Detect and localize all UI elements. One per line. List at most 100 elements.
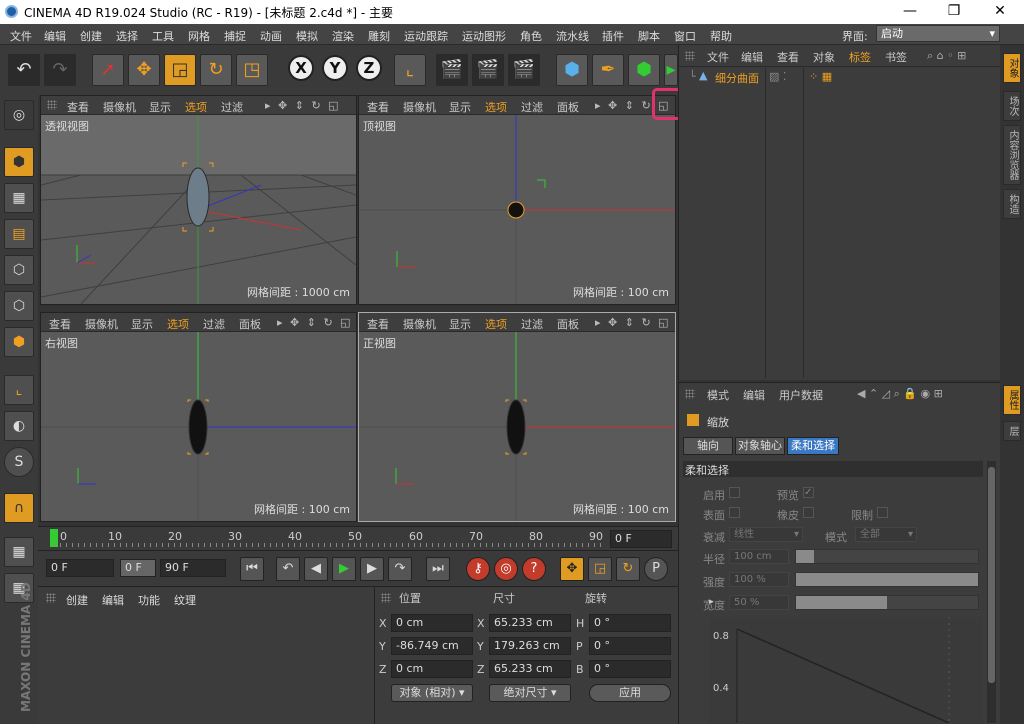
object-menu-bookmarks[interactable]: 书签 (885, 49, 907, 65)
viewport-menu-filter[interactable]: 过滤 (221, 99, 243, 115)
workplane-lock-button[interactable]: ▦ (4, 537, 34, 567)
record-parameter-button[interactable]: P (644, 557, 668, 581)
menu-character[interactable]: 角色 (520, 28, 542, 44)
material-menu-function[interactable]: 功能 (138, 592, 160, 608)
rot-b-field[interactable]: 0 ° (589, 660, 671, 678)
tab-content-browser[interactable]: 内容浏览器 (1003, 125, 1021, 185)
tab-axis[interactable]: 轴向 (683, 437, 733, 455)
scale-tool-button[interactable]: ◲ (164, 54, 196, 86)
viewport-menu-view[interactable]: 查看 (49, 316, 71, 332)
menu-tools[interactable]: 工具 (152, 28, 174, 44)
render-view-button[interactable]: 🎬 (436, 54, 468, 86)
move-tool-button[interactable]: ✥ (128, 54, 160, 86)
close-button[interactable]: ✕ (978, 0, 1022, 24)
surface-checkbox[interactable] (729, 507, 740, 518)
visibility-toggle-icon[interactable]: ▨ ⁚ (769, 70, 786, 83)
coord-mode-dropdown[interactable]: 对象 (相对) ▾ (391, 684, 473, 702)
menu-edit[interactable]: 编辑 (44, 28, 66, 44)
viewport-perspective[interactable]: 查看 摄像机 显示 选项 过滤 ▸ ✥ ⇕ ↻ ◱ 透视视图 网格间距 : 10… (40, 95, 357, 305)
radius-slider[interactable] (795, 549, 979, 564)
enable-checkbox[interactable] (729, 487, 740, 498)
tab-layers[interactable]: 层 (1003, 421, 1021, 441)
falloff-dropdown[interactable]: 线性 ▾ (729, 527, 803, 542)
rot-p-field[interactable]: 0 ° (589, 637, 671, 655)
viewport-menu-view[interactable]: 查看 (367, 99, 389, 115)
object-row[interactable]: └ ▲ 细分曲面 ▨ ⁚ ⁘ ▦ (679, 68, 1000, 86)
menu-help[interactable]: 帮助 (710, 28, 732, 44)
start-frame-field[interactable]: 0 F (46, 559, 114, 577)
add-cube-button[interactable]: ⬢ (556, 54, 588, 86)
menu-create[interactable]: 创建 (80, 28, 102, 44)
strength-slider[interactable] (795, 572, 979, 587)
tab-object-axis[interactable]: 对象轴心 (735, 437, 785, 455)
strength-field[interactable]: 100 % (729, 572, 789, 587)
coordinate-system-button[interactable]: ⌞ (394, 54, 426, 86)
viewport-nav-icons[interactable]: ▸ ✥ ⇕ ↻ ◱ (265, 99, 341, 112)
add-subdivision-button[interactable]: ⬢ (628, 54, 660, 86)
end-frame-field[interactable]: 90 F (160, 559, 226, 577)
x-axis-lock-button[interactable]: X (288, 55, 314, 81)
record-position-button[interactable]: ✥ (560, 557, 584, 581)
viewport-menu-panel[interactable]: 面板 (239, 316, 261, 332)
object-menu-edit[interactable]: 编辑 (741, 49, 763, 65)
viewport-menu-panel[interactable]: 面板 (557, 316, 579, 332)
add-spline-button[interactable]: ✒ (592, 54, 624, 86)
axis-mode-button[interactable]: ⌞ (4, 375, 34, 405)
size-mode-dropdown[interactable]: 绝对尺寸 ▾ (489, 684, 571, 702)
viewport-menu-filter[interactable]: 过滤 (521, 99, 543, 115)
pos-x-field[interactable]: 0 cm (391, 614, 473, 632)
menu-window[interactable]: 窗口 (674, 28, 696, 44)
viewport-menu-filter[interactable]: 过滤 (203, 316, 225, 332)
menu-mograph[interactable]: 运动图形 (462, 28, 506, 44)
redo-button[interactable]: ↷ (44, 54, 76, 86)
keyframe-selection-button[interactable]: ? (522, 557, 546, 581)
viewport-front[interactable]: 查看 摄像机 显示 选项 过滤 面板 ▸ ✥ ⇕ ↻ ◱ 正视图 网格间距 : … (358, 312, 676, 522)
viewport-menu-panel[interactable]: 面板 (557, 99, 579, 115)
attr-menu-mode[interactable]: 模式 (707, 387, 729, 403)
previous-frame-button[interactable]: ◀ (304, 557, 328, 581)
rotate-tool-button[interactable]: ↻ (200, 54, 232, 86)
viewport-top[interactable]: 查看 摄像机 显示 选项 过滤 面板 ▸ ✥ ⇕ ↻ ◱ 顶视图 网格间距 : … (358, 95, 676, 305)
tab-attributes[interactable]: 属性 (1003, 385, 1021, 415)
rot-h-field[interactable]: 0 ° (589, 614, 671, 632)
object-menu-view[interactable]: 查看 (777, 49, 799, 65)
menu-plugins[interactable]: 插件 (602, 28, 624, 44)
material-menu-edit[interactable]: 编辑 (102, 592, 124, 608)
scrollbar-thumb[interactable] (988, 467, 995, 683)
width-slider[interactable] (795, 595, 979, 610)
width-field[interactable]: 50 % (729, 595, 789, 610)
maximize-button[interactable]: ❐ (932, 0, 976, 24)
menu-motion-tracking[interactable]: 运动跟踪 (404, 28, 448, 44)
menu-mesh[interactable]: 网格 (188, 28, 210, 44)
viewport-nav-icons[interactable]: ▸ ✥ ⇕ ↻ ◱ (277, 316, 353, 329)
snap-button[interactable]: ∩ (4, 493, 34, 523)
model-mode-button[interactable]: ⬢ (4, 147, 34, 177)
material-menu-texture[interactable]: 纹理 (174, 592, 196, 608)
viewport-menu-display[interactable]: 显示 (449, 99, 471, 115)
tab-takes[interactable]: 场次 (1003, 91, 1021, 121)
restrict-checkbox[interactable] (877, 507, 888, 518)
attr-menu-edit[interactable]: 编辑 (743, 387, 765, 403)
viewport-menu-display[interactable]: 显示 (131, 316, 153, 332)
viewport-nav-icons[interactable]: ▸ ✥ ⇕ ↻ ◱ (595, 316, 671, 329)
menu-script[interactable]: 脚本 (638, 28, 660, 44)
go-to-end-button[interactable]: ⏭ (426, 557, 450, 581)
autokey-button[interactable]: ◎ (494, 557, 518, 581)
y-axis-lock-button[interactable]: Y (322, 55, 348, 81)
object-menu-tags[interactable]: 标签 (849, 49, 871, 65)
viewport-menu-view[interactable]: 查看 (367, 316, 389, 332)
record-active-button[interactable]: ⚷ (466, 557, 490, 581)
more-tools-button[interactable]: ▸ (664, 54, 678, 86)
falloff-graph[interactable]: ▸ 0.8 0.4 (709, 597, 983, 723)
object-search-icons[interactable]: ⌕ ⌂ ◦ ⊞ (927, 49, 966, 63)
menu-file[interactable]: 文件 (10, 28, 32, 44)
record-rotation-button[interactable]: ↻ (616, 557, 640, 581)
tweak-mode-button[interactable]: ◐ (4, 411, 34, 441)
polygons-mode-button[interactable]: ⬢ (4, 327, 34, 357)
next-key-button[interactable]: ↷ (388, 557, 412, 581)
viewport-menu-view[interactable]: 查看 (67, 99, 89, 115)
play-button[interactable]: ▶ (332, 557, 356, 581)
attr-nav-icons[interactable]: ◀ ⌃ ◿ ⌕ 🔒 ◉ ⊞ (857, 387, 943, 401)
viewport-menu-cameras[interactable]: 摄像机 (85, 316, 118, 332)
viewport-menu-filter[interactable]: 过滤 (521, 316, 543, 332)
